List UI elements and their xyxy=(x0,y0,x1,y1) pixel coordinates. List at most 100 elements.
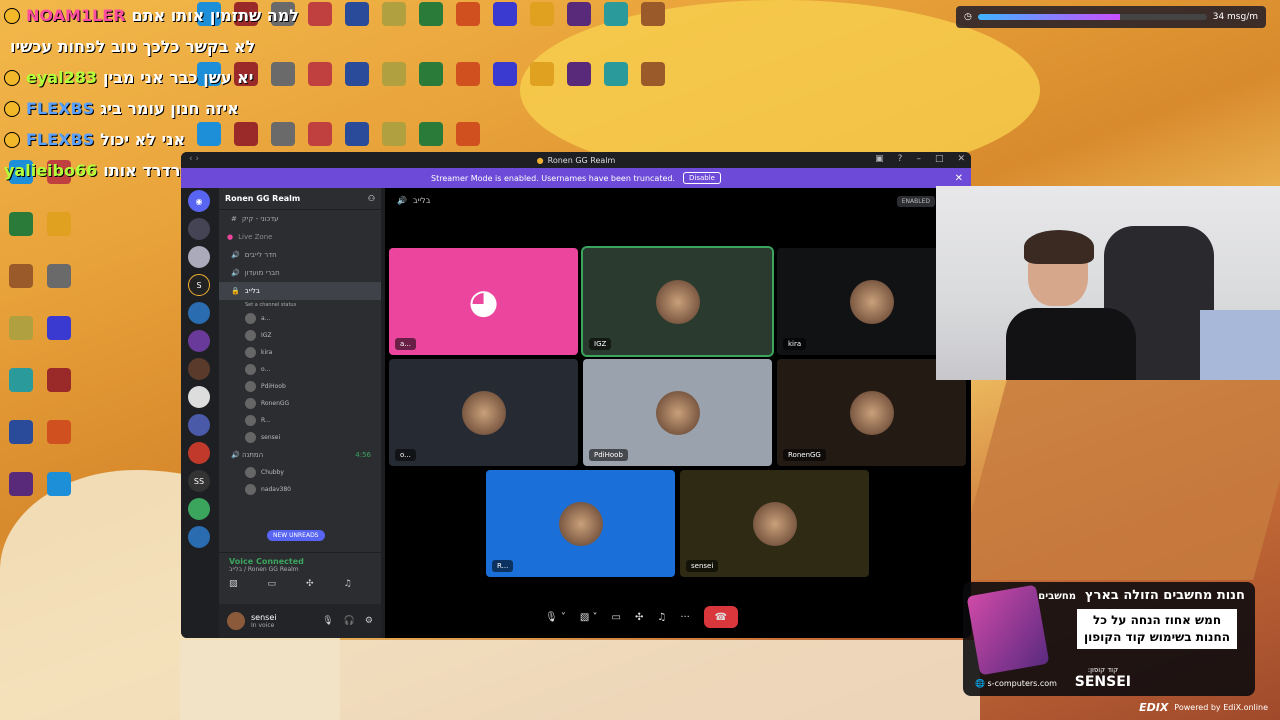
screen-share-icon[interactable]: ▭ xyxy=(268,579,277,589)
channel-category[interactable]: ● Live Zone xyxy=(219,228,381,246)
desktop-shortcut-icon[interactable] xyxy=(634,2,671,58)
background-shape xyxy=(953,380,1280,580)
desktop-shortcut-icon[interactable] xyxy=(523,62,560,118)
screen-share-icon[interactable]: ▭ xyxy=(612,612,621,623)
voice-member[interactable]: kira xyxy=(219,344,381,361)
server-icon[interactable] xyxy=(188,302,210,324)
app-icon xyxy=(9,368,33,392)
close-banner-icon[interactable]: ✕ xyxy=(955,173,963,184)
new-unreads-pill[interactable]: NEW UNREADS xyxy=(267,530,325,541)
voice-member[interactable]: IGZ xyxy=(219,327,381,344)
desktop-shortcut-icon[interactable] xyxy=(40,316,78,362)
desktop-shortcut-icon[interactable] xyxy=(338,62,375,118)
desktop-shortcut-icon[interactable] xyxy=(375,2,412,58)
activity-icon[interactable]: ✣ xyxy=(306,579,314,589)
server-icon[interactable] xyxy=(188,414,210,436)
server-icon[interactable]: SS xyxy=(188,470,210,492)
minimize-icon[interactable]: – xyxy=(916,154,921,164)
voice-member[interactable]: nadav380 xyxy=(219,481,381,498)
app-icon xyxy=(381,62,406,86)
more-icon[interactable]: ··· xyxy=(680,612,690,623)
server-icon[interactable] xyxy=(188,246,210,268)
channel-item[interactable]: 🔊 חברי מועדון xyxy=(219,264,381,282)
help-icon[interactable]: ? xyxy=(898,154,903,164)
channel-item[interactable]: # עדכוני - קיק xyxy=(219,210,381,228)
channel-item[interactable]: 🔊 חדר לייבים xyxy=(219,246,381,264)
voice-member[interactable]: RonenGG xyxy=(219,395,381,412)
server-icon[interactable] xyxy=(188,358,210,380)
server-icon[interactable] xyxy=(188,330,210,352)
desktop-shortcut-icon[interactable] xyxy=(597,62,634,118)
desktop-shortcut-icon[interactable] xyxy=(486,62,523,118)
server-icon[interactable] xyxy=(188,526,210,548)
desktop-shortcut-icon[interactable] xyxy=(338,2,375,58)
desktop-shortcut-icon[interactable] xyxy=(560,2,597,58)
participant-name: sensei xyxy=(686,560,719,572)
server-icon[interactable] xyxy=(188,218,210,240)
desktop-shortcut-icon[interactable] xyxy=(375,62,412,118)
back-forward-icon[interactable]: ‹ › xyxy=(189,154,199,164)
activity-icon[interactable]: ✣ xyxy=(635,612,643,623)
desktop-shortcut-icon[interactable] xyxy=(40,420,78,466)
voice-member[interactable]: R... xyxy=(219,412,381,429)
disconnect-button[interactable]: ☎ xyxy=(703,606,738,628)
desktop-shortcut-icon[interactable] xyxy=(40,212,78,258)
app-icon xyxy=(566,2,591,26)
channel-item-active[interactable]: 🔒 בלייב xyxy=(219,282,381,300)
voice-member[interactable]: sensei xyxy=(219,429,381,446)
desktop-shortcut-icon[interactable] xyxy=(2,212,40,258)
maximize-icon[interactable]: □ xyxy=(935,154,944,164)
voice-member[interactable]: a... xyxy=(219,310,381,327)
home-icon[interactable]: ◉ xyxy=(188,190,210,212)
inbox-icon[interactable]: ▣ xyxy=(875,154,884,164)
hang-up-icon: ☎ xyxy=(714,611,728,623)
camera-icon[interactable]: ▧ ˅ xyxy=(580,612,598,623)
desktop-shortcut-icon[interactable] xyxy=(597,2,634,58)
microphone-icon[interactable]: 🎙 xyxy=(322,616,333,626)
desktop-shortcut-icon[interactable] xyxy=(449,62,486,118)
desktop-shortcut-icon[interactable] xyxy=(560,62,597,118)
app-icon xyxy=(455,122,480,146)
desktop-shortcut-icon[interactable] xyxy=(2,420,40,466)
desktop-shortcut-icon[interactable] xyxy=(2,472,40,518)
microphone-icon[interactable]: 🎙 ˅ xyxy=(545,612,566,623)
add-member-icon[interactable]: ⚇ xyxy=(368,194,375,203)
desktop-shortcut-icon[interactable] xyxy=(634,62,671,118)
desktop-shortcut-icon[interactable] xyxy=(40,264,78,310)
desktop-shortcut-icon[interactable] xyxy=(412,62,449,118)
desktop-shortcut-icon[interactable] xyxy=(2,316,40,362)
participant-tile[interactable]: o... xyxy=(389,359,578,466)
app-icon xyxy=(9,212,33,236)
desktop-shortcut-icon[interactable] xyxy=(40,472,78,518)
desktop-shortcut-icon[interactable] xyxy=(486,2,523,58)
server-icon[interactable] xyxy=(188,498,210,520)
voice-member[interactable]: PdiHoob xyxy=(219,378,381,395)
headphones-icon[interactable]: 🎧 xyxy=(344,616,355,626)
voice-member[interactable]: o... xyxy=(219,361,381,378)
server-icon[interactable] xyxy=(188,386,210,408)
soundboard-icon[interactable]: ♫ xyxy=(657,612,666,623)
gear-icon[interactable]: ⚙ xyxy=(365,616,373,626)
participant-tile[interactable]: sensei xyxy=(680,470,869,577)
guild-header[interactable]: Ronen GG Realm ⚇ xyxy=(219,188,381,210)
participant-tile[interactable]: R... xyxy=(486,470,675,577)
desktop-shortcut-icon[interactable] xyxy=(2,368,40,414)
desktop-shortcut-icon[interactable] xyxy=(2,264,40,310)
disable-button[interactable]: Disable xyxy=(683,172,721,184)
server-icon[interactable]: S xyxy=(188,274,210,296)
channel-status[interactable]: Set a channel status xyxy=(219,300,381,310)
participant-tile[interactable]: ◕ a... xyxy=(389,248,578,355)
desktop-shortcut-icon[interactable] xyxy=(40,368,78,414)
desktop-shortcut-icon[interactable] xyxy=(523,2,560,58)
close-icon[interactable]: ✕ xyxy=(957,154,965,164)
voice-member[interactable]: Chubby xyxy=(219,464,381,481)
channel-item[interactable]: 🔊 המתנה 4:56 xyxy=(219,446,381,464)
desktop-shortcut-icon[interactable] xyxy=(449,2,486,58)
soundboard-icon[interactable]: ♫ xyxy=(344,579,352,589)
participant-tile[interactable]: PdiHoob xyxy=(583,359,772,466)
avatar[interactable] xyxy=(227,612,245,630)
server-icon[interactable] xyxy=(188,442,210,464)
camera-off-icon[interactable]: ▧ xyxy=(229,579,238,589)
desktop-shortcut-icon[interactable] xyxy=(412,2,449,58)
participant-tile[interactable]: IGZ xyxy=(581,246,774,357)
